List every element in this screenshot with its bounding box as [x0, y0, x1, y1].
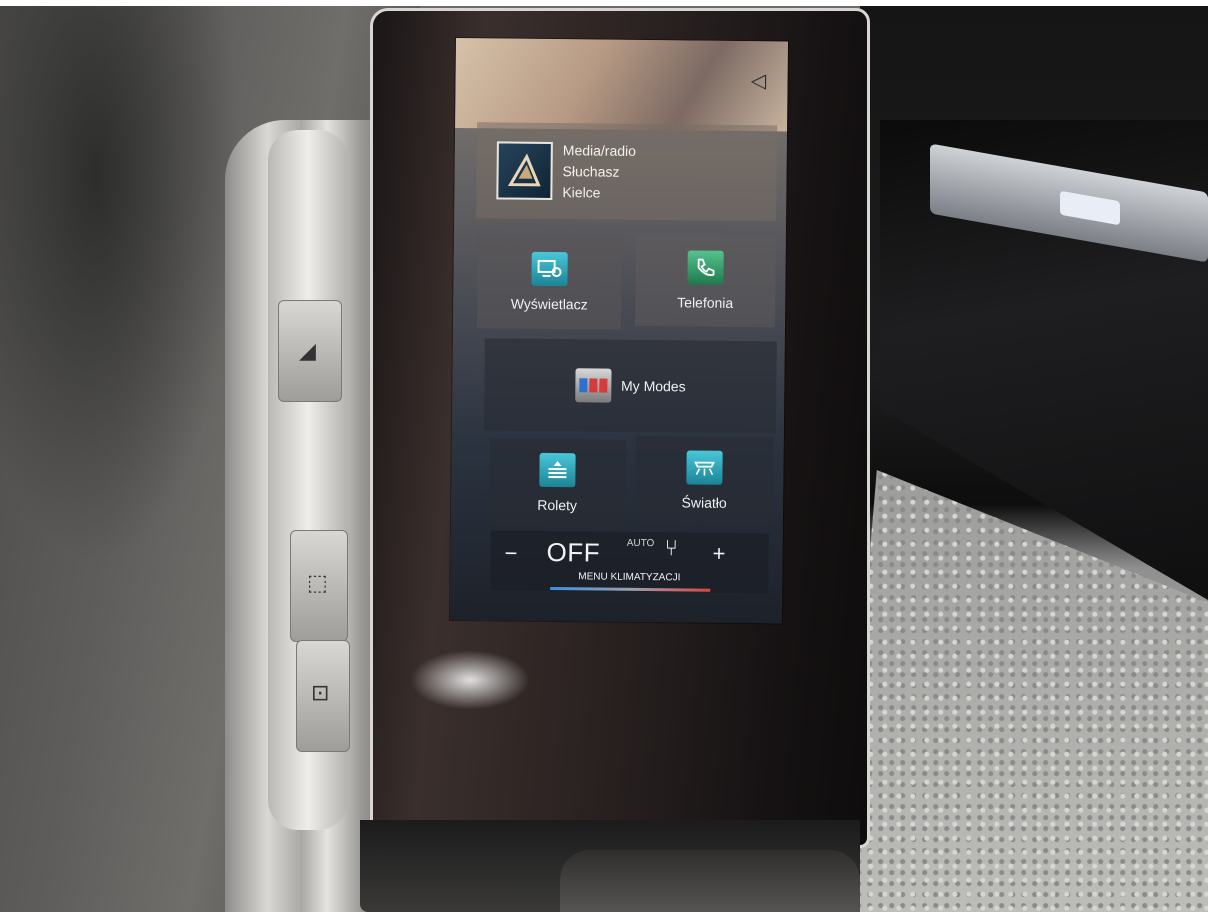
phone-glyph [697, 258, 715, 276]
media-status: Słuchasz [562, 162, 620, 180]
bezel-reflection [410, 650, 530, 710]
seat-heating-icon[interactable]: ⑂ [665, 536, 678, 561]
door-open-icon: ⬚ [307, 571, 328, 596]
lock-icon: ⊡ [311, 681, 330, 706]
phone-icon [687, 250, 724, 285]
door-lock-switch[interactable]: ⬚ [290, 530, 348, 642]
media-radio-tile[interactable]: Media/radio Słuchasz Kielce [476, 122, 778, 222]
temp-decrease-button[interactable]: − [504, 541, 517, 567]
media-logo-icon [496, 141, 553, 201]
window-icon: ◢ [299, 339, 316, 364]
my-modes-icon [574, 368, 612, 403]
tile-display-label: Wyświetlacz [510, 295, 588, 313]
door-shadow [0, 6, 240, 566]
tile-blinds-label: Rolety [537, 496, 578, 514]
display-settings-icon [531, 251, 568, 287]
wallpaper [455, 38, 788, 132]
tile-light-label: Światło [681, 494, 727, 511]
climate-value: OFF [546, 536, 601, 568]
window-switch[interactable]: ◢ [278, 300, 342, 402]
climate-bar[interactable]: − OFF AUTO ⑂ + MENU KLIMATYZACJI [490, 530, 769, 594]
my-modes-glyph [578, 378, 608, 393]
light-glyph [694, 461, 716, 476]
speaker-button[interactable]: ◁ [745, 67, 771, 93]
temp-increase-button[interactable]: + [712, 541, 725, 567]
tile-display[interactable]: Wyświetlacz [476, 234, 622, 330]
blinds-glyph [548, 461, 567, 479]
photo-scene: ◢ ⬚ ⊡ ◁ Media/radio Słuchasz Kielce Wyśw… [0, 0, 1208, 912]
light-icon [686, 450, 723, 485]
media-logo-glyph [507, 153, 541, 187]
media-station: Kielce [562, 183, 601, 201]
tile-my-modes[interactable]: My Modes [483, 338, 777, 434]
climate-menu-label[interactable]: MENU KLIMATYZACJI [490, 570, 768, 584]
temperature-bar [550, 587, 711, 592]
media-info: Media/radio Słuchasz Kielce [562, 140, 636, 204]
tile-phone-label: Telefonia [677, 294, 734, 311]
climate-auto-label[interactable]: AUTO [627, 538, 655, 549]
blinds-icon [539, 452, 576, 488]
speaker-icon: ◁ [750, 68, 767, 93]
media-source: Media/radio [562, 141, 637, 159]
tile-phone[interactable]: Telefonia [634, 233, 776, 328]
display-settings-glyph [537, 259, 562, 278]
tile-my-modes-label: My Modes [620, 377, 686, 395]
armrest [560, 850, 860, 912]
tile-light[interactable]: Światło [634, 435, 774, 526]
tile-blinds[interactable]: Rolety [488, 438, 626, 528]
rear-touch-screen: ◁ Media/radio Słuchasz Kielce Wyświetlac… [449, 38, 788, 624]
door-lock-switch-2[interactable]: ⊡ [296, 640, 350, 752]
